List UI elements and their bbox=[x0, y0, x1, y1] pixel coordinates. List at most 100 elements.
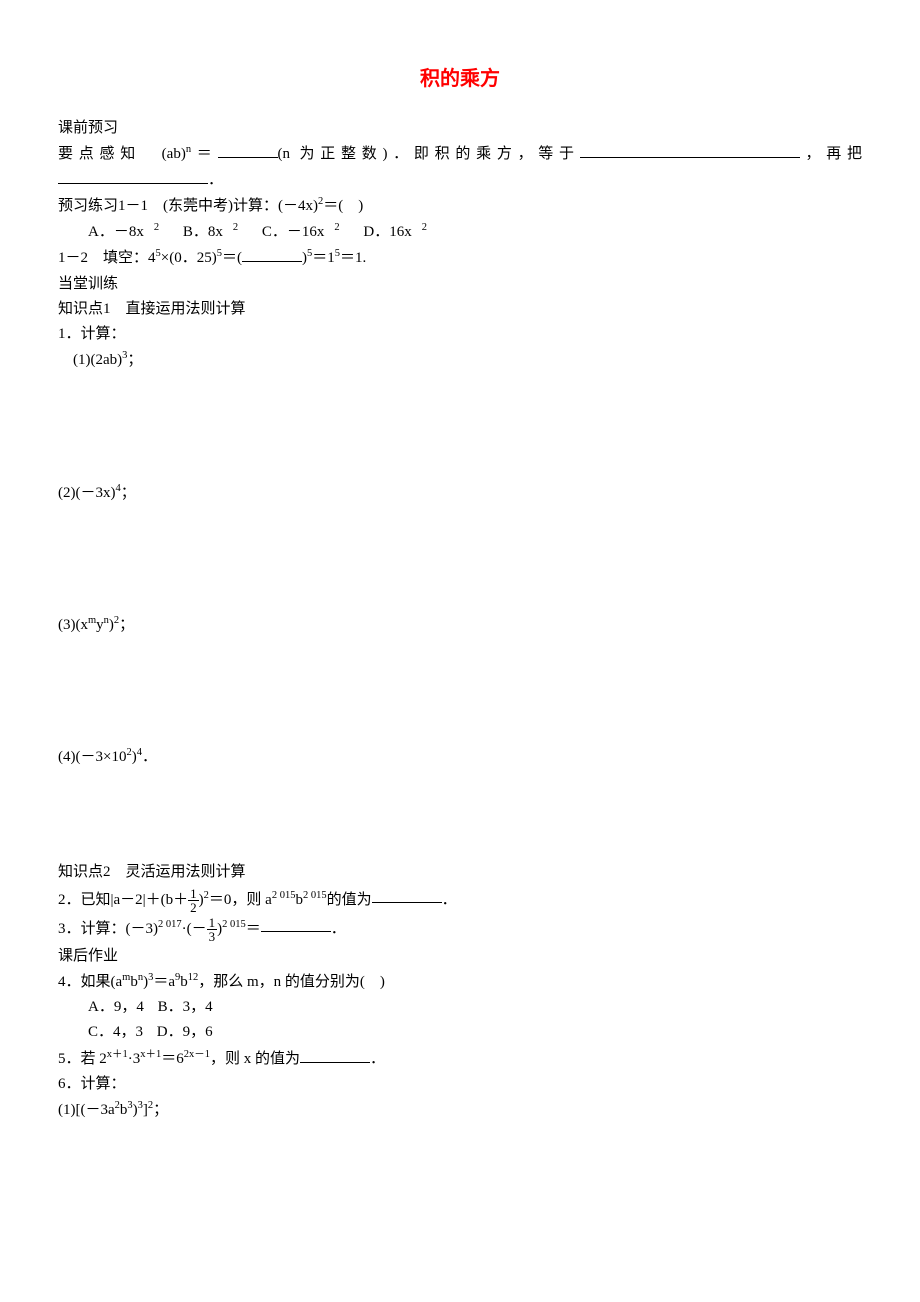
q1-2: (2)(－3x)4； bbox=[58, 481, 862, 505]
option-d: D．9，6 bbox=[157, 1024, 213, 1040]
text: ＝ bbox=[246, 920, 261, 936]
preview-ex-1-2: 1－2 填空：45×(0．25)5＝()5＝15＝1. bbox=[58, 246, 862, 270]
preview-heading: 课前预习 bbox=[58, 117, 862, 140]
q4-options-row2: C．4，3 D．9，6 bbox=[58, 1021, 862, 1044]
text: C．－16x bbox=[262, 224, 325, 240]
kp2-heading: 知识点2 灵活运用法则计算 bbox=[58, 861, 862, 884]
text: ． bbox=[331, 920, 346, 936]
option-d: D．16x 2 bbox=[363, 224, 437, 240]
text: 的值为 bbox=[327, 891, 372, 907]
fill-blank bbox=[580, 157, 800, 158]
text: ； bbox=[121, 485, 136, 501]
text: b bbox=[295, 891, 303, 907]
q1-3: (3)(xmyn)2； bbox=[58, 613, 862, 637]
text: ＝1. bbox=[340, 250, 366, 266]
fraction: 12 bbox=[188, 887, 199, 914]
text: b bbox=[180, 974, 188, 990]
workspace-gap bbox=[58, 507, 862, 613]
key-sense-line2: ． bbox=[58, 169, 862, 192]
q1: 1．计算： bbox=[58, 323, 862, 346]
text: (4)(－3×10 bbox=[58, 749, 126, 765]
homework-heading: 课后作业 bbox=[58, 945, 862, 968]
text: b bbox=[130, 974, 138, 990]
q1-1: (1)(2ab)3； bbox=[58, 348, 862, 372]
text: ＝( bbox=[222, 250, 242, 266]
text: y bbox=[96, 617, 104, 633]
fill-blank bbox=[261, 931, 331, 932]
text: 1－2 填空：4 bbox=[58, 250, 156, 266]
exp: 2 bbox=[154, 222, 159, 233]
exp: 2 015 bbox=[222, 918, 246, 929]
text: ． bbox=[142, 749, 157, 765]
option-a: A．9，4 bbox=[88, 999, 144, 1015]
text: (n 为正整数)．即积的乘方，等于 bbox=[278, 146, 580, 162]
text: ，则 x 的值为 bbox=[210, 1051, 300, 1067]
text: ． bbox=[370, 1051, 385, 1067]
text: ＝a bbox=[153, 974, 175, 990]
exp: 2 015 bbox=[272, 889, 296, 900]
exp: x＋1 bbox=[107, 1049, 128, 1060]
exp: x＋1 bbox=[140, 1049, 161, 1060]
fill-blank bbox=[242, 261, 302, 262]
text: ＝6 bbox=[161, 1051, 184, 1067]
text: ． bbox=[208, 172, 223, 188]
text: (3)(x bbox=[58, 617, 88, 633]
denominator: 3 bbox=[207, 929, 218, 943]
exp: 12 bbox=[188, 972, 199, 983]
exp: 2x－1 bbox=[184, 1049, 210, 1060]
exp: 2 017 bbox=[158, 918, 182, 929]
text: 3．计算：(－3) bbox=[58, 920, 158, 936]
q3: 3．计算：(－3)2 017·(－13)2 015＝． bbox=[58, 916, 862, 943]
text: (1)[(－3a bbox=[58, 1102, 115, 1118]
fraction: 13 bbox=[207, 916, 218, 943]
text: ； bbox=[119, 617, 134, 633]
key-sense-line1: 要点感知 (ab)n＝(n 为正整数)．即积的乘方，等于，再把 bbox=[58, 142, 862, 166]
numerator: 1 bbox=[207, 916, 218, 929]
text: 5．若 2 bbox=[58, 1051, 107, 1067]
exp: m bbox=[88, 615, 96, 626]
q6: 6．计算： bbox=[58, 1073, 862, 1096]
fill-blank bbox=[58, 183, 208, 184]
option-c: C．4，3 bbox=[88, 1024, 143, 1040]
text: ，再把 bbox=[800, 146, 862, 162]
text: ×(0．25) bbox=[161, 250, 217, 266]
text: A．－8x bbox=[88, 224, 144, 240]
text: (2)(－3x) bbox=[58, 485, 115, 501]
workspace-gap bbox=[58, 639, 862, 745]
fill-blank bbox=[218, 157, 278, 158]
option-c: C．－16x 2 bbox=[262, 224, 350, 240]
text: 预习练习1－1 (东莞中考)计算：(－4x) bbox=[58, 198, 318, 214]
exp: 2 bbox=[233, 222, 238, 233]
q4: 4．如果(ambn)3＝a9b12，那么 m，n 的值分别为( ) bbox=[58, 970, 862, 994]
text: (1)(2ab) bbox=[73, 352, 122, 368]
preview-ex-1-1-options: A．－8x 2 B．8x 2 C．－16x 2 D．16x 2 bbox=[58, 220, 862, 244]
option-b: B．3，4 bbox=[158, 999, 213, 1015]
fill-blank bbox=[372, 902, 442, 903]
workspace-gap bbox=[58, 375, 862, 481]
option-a: A．－8x 2 bbox=[88, 224, 169, 240]
q5: 5．若 2x＋1·3x＋1＝62x－1，则 x 的值为． bbox=[58, 1047, 862, 1071]
text: ； bbox=[153, 1102, 168, 1118]
text: ·3 bbox=[128, 1051, 141, 1067]
text: ，那么 m，n 的值分别为( ) bbox=[198, 974, 385, 990]
exp: 2 bbox=[334, 222, 339, 233]
text: ＝1 bbox=[312, 250, 335, 266]
q4-options-row1: A．9，4 B．3，4 bbox=[58, 996, 862, 1019]
text: ． bbox=[442, 891, 457, 907]
exp: 2 bbox=[422, 222, 427, 233]
q2: 2．已知|a－2|＋(b＋12)2＝0，则 a2 015b2 015的值为． bbox=[58, 887, 862, 914]
q1-4: (4)(－3×102)4． bbox=[58, 745, 862, 769]
text: B．8x bbox=[183, 224, 223, 240]
numerator: 1 bbox=[188, 887, 199, 900]
text: 2．已知|a－2|＋(b＋ bbox=[58, 891, 188, 907]
text: 要点感知 (ab) bbox=[58, 146, 186, 162]
page-title: 积的乘方 bbox=[58, 64, 862, 95]
denominator: 2 bbox=[188, 900, 199, 914]
text: D．16x bbox=[363, 224, 411, 240]
inclass-heading: 当堂训练 bbox=[58, 273, 862, 296]
text: ·(－ bbox=[182, 920, 207, 936]
workspace-gap bbox=[58, 771, 862, 861]
text: 4．如果(a bbox=[58, 974, 122, 990]
preview-ex-1-1: 预习练习1－1 (东莞中考)计算：(－4x)2＝( ) bbox=[58, 194, 862, 218]
text: ； bbox=[127, 352, 142, 368]
